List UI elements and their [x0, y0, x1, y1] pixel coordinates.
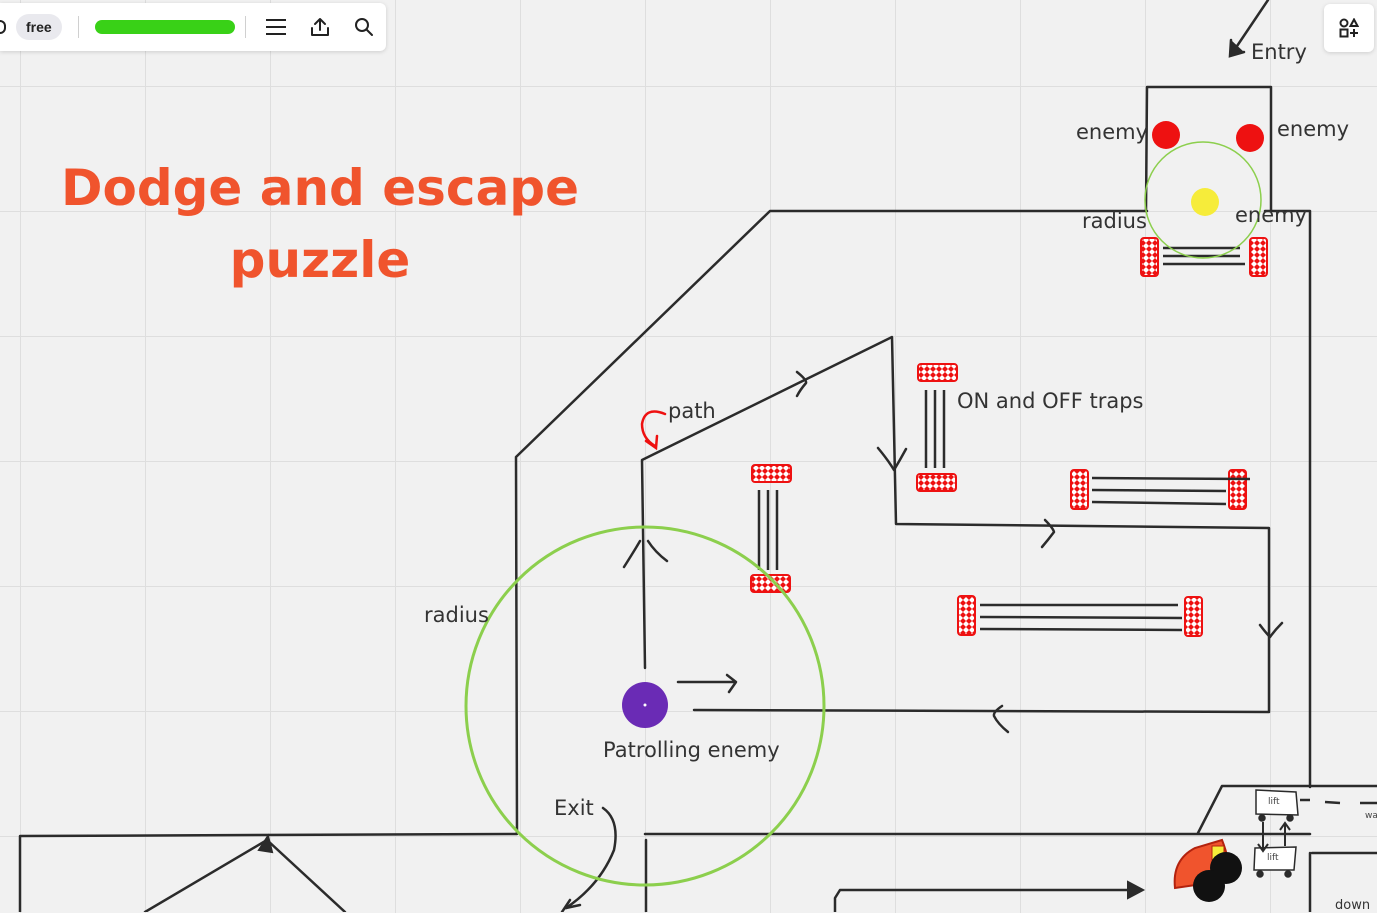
- enemy-marker[interactable]: [1236, 124, 1264, 152]
- patrolling-enemy-dot: [643, 703, 647, 707]
- on-off-trap: [1140, 237, 1268, 277]
- vehicle-icon: [1173, 838, 1242, 902]
- title-line: Dodge and escape: [60, 159, 580, 217]
- whiteboard-canvas[interactable]: [0, 0, 1377, 912]
- path-label: path: [668, 399, 716, 423]
- shapes-panel-button[interactable]: [1324, 4, 1374, 52]
- title-line: puzzle: [229, 231, 411, 289]
- on-off-trap: [1070, 469, 1251, 510]
- on-off-trap: [750, 464, 792, 593]
- board-title: Dodge and escape puzzle: [60, 152, 580, 296]
- hamburger-menu-icon: [265, 19, 286, 35]
- wall-label-partial: wa: [1365, 811, 1377, 821]
- logo-icon[interactable]: [0, 20, 6, 34]
- board-name-redacted[interactable]: [94, 20, 235, 34]
- upload-share-icon: [310, 18, 329, 36]
- search-icon: [354, 18, 373, 36]
- exit-label: Exit: [554, 796, 594, 820]
- lift-label: lift: [1267, 853, 1279, 863]
- menu-button[interactable]: [262, 13, 290, 41]
- toolbar-divider: [244, 16, 246, 38]
- share-button[interactable]: [306, 13, 334, 41]
- plan-badge[interactable]: free: [16, 14, 62, 40]
- toolbar-divider: [77, 16, 79, 38]
- traps-label: ON and OFF traps: [957, 389, 1144, 413]
- radius-label: radius: [1082, 209, 1147, 233]
- enemy-label: enemy: [1076, 120, 1149, 144]
- lift-label: lift: [1268, 797, 1280, 807]
- search-button[interactable]: [350, 13, 378, 41]
- on-off-trap: [957, 595, 1203, 637]
- on-off-trap: [916, 363, 958, 492]
- shapes-panel-icon: [1339, 18, 1359, 38]
- bottom-arrow-icon: [1127, 880, 1146, 900]
- top-toolbar: free: [0, 3, 386, 51]
- dashed-line: [1300, 798, 1377, 805]
- player-marker[interactable]: [1191, 188, 1219, 216]
- enemy-label: enemy: [1235, 203, 1308, 227]
- radius-label: radius: [424, 603, 489, 627]
- entry-label: Entry: [1251, 40, 1307, 64]
- patrolling-enemy-label: Patrolling enemy: [603, 738, 780, 762]
- path-red-arrow-icon: [640, 410, 667, 451]
- patrol-path: [560, 335, 1284, 912]
- down-label: down: [1335, 898, 1371, 913]
- enemy-label: enemy: [1277, 117, 1350, 141]
- enemy-marker[interactable]: [1152, 121, 1180, 149]
